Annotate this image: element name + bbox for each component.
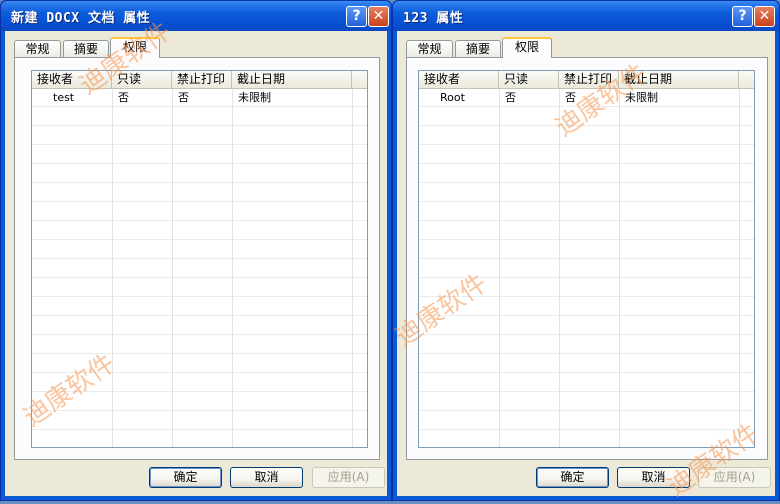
properties-window-docx[interactable]: 新建 DOCX 文档 属性 ? ✕ 常规 摘要 权限 接收者 只读 禁止打印 截… <box>0 0 392 501</box>
readonly-cell: 否 <box>505 91 516 104</box>
ok-button[interactable]: 确定 <box>149 467 222 488</box>
apply-button[interactable]: 应用(A) <box>312 467 385 488</box>
dialog-body: 常规 摘要 权限 接收者 只读 禁止打印 截止日期 Root 否 否 未限制 确… <box>397 31 775 496</box>
column-filler <box>352 71 367 88</box>
deadline-cell: 未限制 <box>625 91 658 104</box>
list-header: 接收者 只读 禁止打印 截止日期 <box>419 71 754 89</box>
column-readonly[interactable]: 只读 <box>112 71 172 88</box>
deadline-cell: 未限制 <box>238 91 271 104</box>
cancel-button[interactable]: 取消 <box>617 467 690 488</box>
apply-button[interactable]: 应用(A) <box>698 467 771 488</box>
column-deadline[interactable]: 截止日期 <box>619 71 739 88</box>
help-button[interactable]: ? <box>732 6 753 27</box>
permissions-panel: 接收者 只读 禁止打印 截止日期 test 否 否 未限制 <box>14 57 380 460</box>
tab-permissions[interactable]: 权限 <box>502 37 552 58</box>
recipient-cell: Root <box>440 91 465 104</box>
column-no-print[interactable]: 禁止打印 <box>559 71 619 88</box>
column-filler <box>739 71 754 88</box>
tab-summary[interactable]: 摘要 <box>63 40 109 57</box>
tab-summary[interactable]: 摘要 <box>455 40 501 57</box>
permissions-panel: 接收者 只读 禁止打印 截止日期 Root 否 否 未限制 <box>406 57 768 460</box>
tab-permissions[interactable]: 权限 <box>110 37 160 58</box>
properties-window-123[interactable]: 123 属性 ? ✕ 常规 摘要 权限 接收者 只读 禁止打印 截止日期 Roo… <box>392 0 780 501</box>
recipient-cell: test <box>53 91 75 104</box>
column-no-print[interactable]: 禁止打印 <box>172 71 232 88</box>
readonly-cell: 否 <box>118 91 129 104</box>
column-deadline[interactable]: 截止日期 <box>232 71 352 88</box>
column-recipient[interactable]: 接收者 <box>32 71 112 88</box>
close-button[interactable]: ✕ <box>368 6 389 27</box>
cancel-button[interactable]: 取消 <box>230 467 303 488</box>
ok-button[interactable]: 确定 <box>536 467 609 488</box>
tab-general[interactable]: 常规 <box>14 40 61 57</box>
title-bar[interactable]: 123 属性 ? ✕ <box>393 1 779 31</box>
column-readonly[interactable]: 只读 <box>499 71 559 88</box>
window-title: 新建 DOCX 文档 属性 <box>11 11 151 26</box>
no-print-cell: 否 <box>178 91 189 104</box>
list-item[interactable]: test 否 否 未限制 <box>32 89 367 107</box>
list-item[interactable]: Root 否 否 未限制 <box>419 89 754 107</box>
title-bar[interactable]: 新建 DOCX 文档 属性 ? ✕ <box>1 1 391 31</box>
dialog-body: 常规 摘要 权限 接收者 只读 禁止打印 截止日期 test 否 否 未限制 确… <box>5 31 387 496</box>
close-button[interactable]: ✕ <box>754 6 775 27</box>
window-title: 123 属性 <box>403 11 464 26</box>
no-print-cell: 否 <box>565 91 576 104</box>
help-button[interactable]: ? <box>346 6 367 27</box>
tab-general[interactable]: 常规 <box>406 40 453 57</box>
list-header: 接收者 只读 禁止打印 截止日期 <box>32 71 367 89</box>
permissions-list[interactable]: 接收者 只读 禁止打印 截止日期 test 否 否 未限制 <box>31 70 368 448</box>
permissions-list[interactable]: 接收者 只读 禁止打印 截止日期 Root 否 否 未限制 <box>418 70 755 448</box>
column-recipient[interactable]: 接收者 <box>419 71 499 88</box>
